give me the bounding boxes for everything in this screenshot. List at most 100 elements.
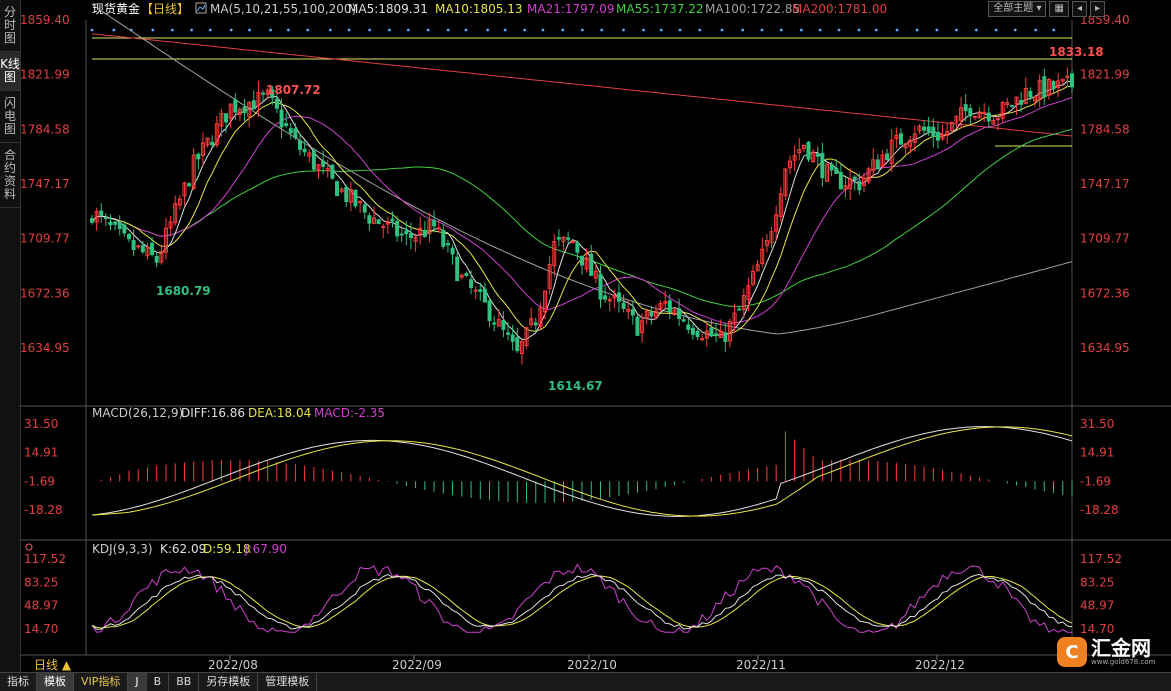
prev-icon[interactable]: ◂: [1071, 1, 1087, 17]
instrument-name: 现货黄金: [92, 1, 140, 16]
candle-body: [515, 337, 520, 352]
tab-bb[interactable]: BB: [169, 673, 200, 691]
event-dot: [523, 28, 527, 32]
candle-body: [603, 295, 608, 300]
ma-value-5: MA200:1781.00: [792, 2, 887, 16]
ma-value-0: MA5:1809.31: [348, 2, 428, 16]
event-dot: [720, 28, 724, 32]
sidebar: 分时图 K线图 闪电图 合约资料: [0, 0, 21, 672]
candle-body: [681, 319, 686, 322]
candle-body: [492, 322, 497, 325]
tab-timeshare[interactable]: 分时图: [0, 0, 20, 52]
candle-body: [695, 330, 700, 338]
candle-body: [986, 112, 991, 122]
event-dot: [837, 28, 841, 32]
candle-body: [408, 233, 413, 239]
tab-manage-template[interactable]: 管理模板: [258, 673, 318, 691]
low1-price-label: 1680.79: [156, 284, 211, 298]
event-dot: [799, 28, 803, 32]
high-price-label: 1833.18: [1049, 45, 1104, 59]
macd-dea: DEA:18.04: [248, 406, 311, 420]
tab-lightning[interactable]: 闪电图: [0, 91, 20, 143]
event-dot: [818, 28, 822, 32]
macd-title: MACD(26,12,9): [92, 406, 183, 420]
theme-select[interactable]: 全部主题 ▾: [988, 1, 1047, 17]
kdj-settings-icon[interactable]: [25, 543, 33, 551]
tab-j[interactable]: J: [128, 673, 147, 691]
candle-body: [533, 322, 538, 326]
tab-templates[interactable]: 模板: [37, 673, 74, 691]
main-panel: 1859.401859.401821.991821.991784.581784.…: [20, 4, 1171, 655]
kdj-title: KDJ(9,3,3): [92, 542, 153, 556]
candle-body: [1019, 99, 1024, 105]
tab-contract-info[interactable]: 合约资料: [0, 143, 20, 208]
candle-body: [436, 227, 441, 230]
candle-body: [506, 332, 511, 335]
kdj-d: D:59.18: [203, 542, 251, 556]
candle-body: [136, 245, 141, 248]
candle-body: [381, 225, 386, 228]
chart-area[interactable]: 现货黄金 【日线】 MA(5,10,21,55,100,200) MA5:180…: [20, 0, 1171, 672]
kdj-axis-label-left-3: 14.70: [24, 622, 58, 636]
candle-body: [335, 181, 339, 197]
macd-panel: 31.50 31.50 14.91 14.91 -1.69 -1.69 -18.28 -18.…: [24, 417, 1119, 517]
tab-kline[interactable]: K线图: [0, 52, 20, 91]
tab-save-template[interactable]: 另存模板: [199, 673, 259, 691]
ma21-line: [91, 97, 1073, 325]
candle-body: [404, 230, 409, 235]
candle-body: [242, 106, 247, 114]
period-toggle[interactable]: 日线 ▲: [34, 658, 72, 672]
event-dot: [151, 28, 155, 32]
candle-body: [441, 229, 446, 247]
top-right-buttons: 全部主题 ▾ ▦ ◂ ▸: [988, 1, 1105, 17]
candle-body: [857, 180, 862, 191]
kdj-axis-label-0: 117.52: [1080, 552, 1122, 566]
macd-axis-label-3: -18.28: [1080, 503, 1119, 517]
candle-body: [510, 334, 515, 342]
candle-body: [330, 164, 335, 179]
event-dot: [561, 28, 565, 32]
candle-body: [926, 126, 931, 132]
event-dot: [642, 28, 645, 32]
candle-body: [820, 152, 825, 179]
tab-b[interactable]: B: [147, 673, 170, 691]
candle-body: [469, 279, 474, 288]
candle-body: [131, 240, 136, 251]
event-dot: [190, 28, 193, 32]
macd-axis-label-1: 14.91: [1080, 446, 1114, 460]
candle-body: [649, 311, 654, 317]
period-label: 【日线】: [141, 2, 189, 16]
candle-body: [700, 338, 705, 341]
tab-indicators[interactable]: 指标: [0, 673, 37, 691]
ma-value-4: MA100:1722.85: [705, 2, 800, 16]
event-dot: [857, 28, 861, 32]
tab-vip-indicators[interactable]: VIP指标: [74, 673, 129, 691]
candle-body: [1051, 81, 1056, 90]
main-axis-label-3: 1747.17: [1080, 177, 1130, 191]
candle-body: [677, 308, 682, 319]
event-dot: [269, 28, 272, 32]
candle-body: [233, 99, 238, 113]
candle-body: [432, 220, 437, 227]
next-icon[interactable]: ▸: [1089, 1, 1105, 17]
kline-chart[interactable]: 现货黄金 【日线】 MA(5,10,21,55,100,200) MA5:180…: [20, 0, 1171, 672]
gold678-logo: C: [1057, 637, 1087, 667]
candle-body: [714, 333, 719, 337]
candle-body: [150, 242, 155, 255]
event-dot: [306, 28, 310, 32]
event-dot: [388, 28, 391, 32]
event-dot: [994, 28, 998, 32]
candle-body: [362, 204, 367, 213]
candle-body: [288, 128, 293, 134]
candle-body: [580, 255, 584, 266]
candle-body: [367, 215, 372, 224]
main-axis-label-left-1: 1821.99: [20, 68, 70, 82]
candle-body: [487, 300, 492, 322]
watermark-text: 汇金网 www.gold678.com: [1091, 638, 1155, 666]
macd-dea-line: [91, 426, 1073, 517]
event-dot: [170, 28, 174, 32]
candle-body: [122, 224, 127, 234]
grid-icon[interactable]: ▦: [1049, 1, 1069, 17]
kdj-j-line: [91, 563, 1072, 633]
candle-body: [635, 316, 640, 336]
